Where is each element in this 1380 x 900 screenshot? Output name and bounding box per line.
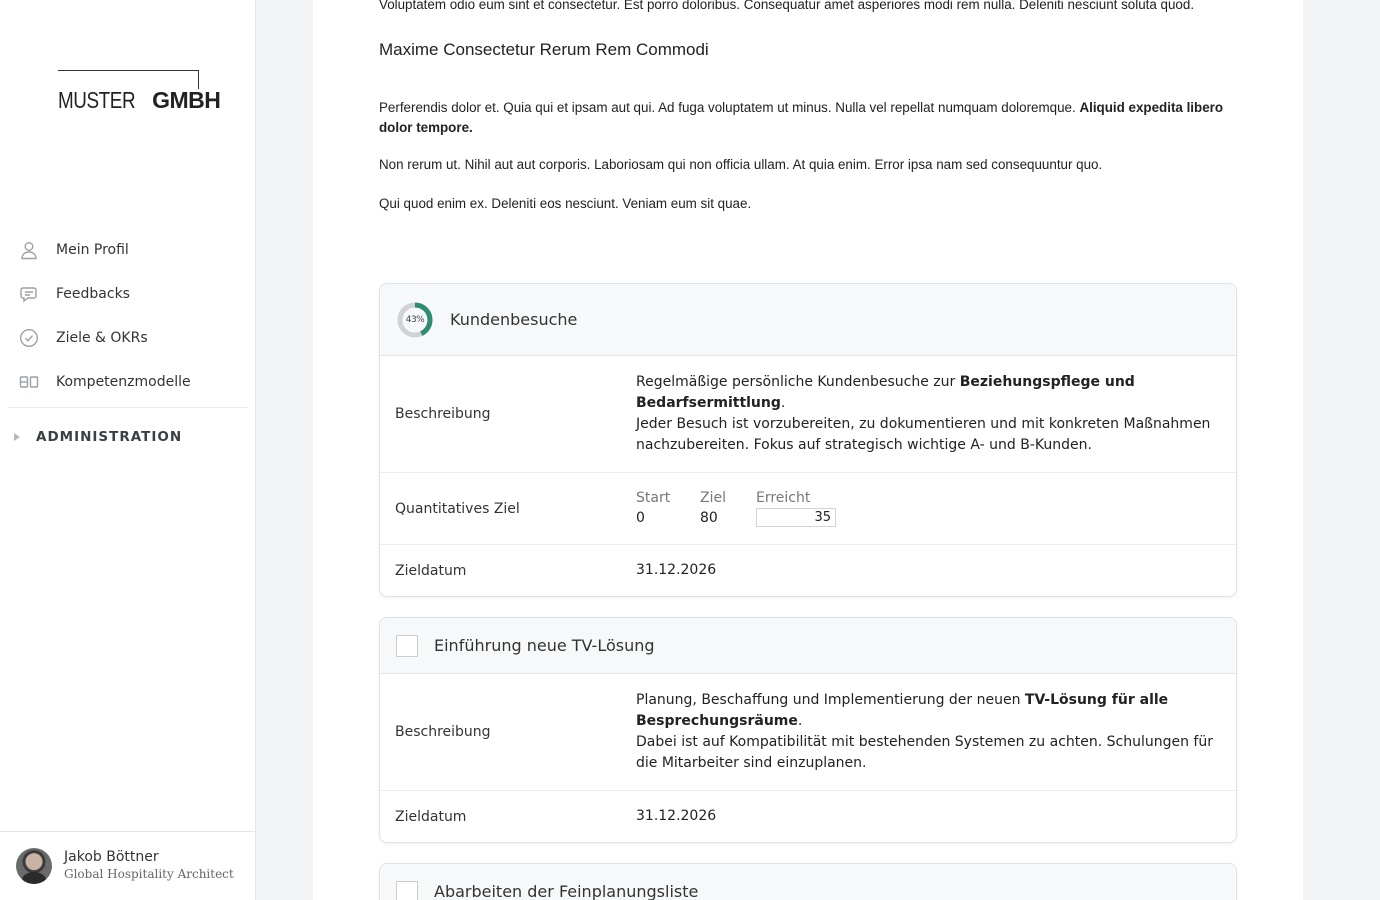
sidebar-item-label: Mein Profil [56,242,129,258]
desc-text: . [797,713,803,729]
row-label: Zieldatum [395,808,467,825]
company-logo[interactable]: MUSTER GMBH [58,70,223,113]
paragraph-text: Perferendis dolor et. Quia qui et ipsam … [379,100,1076,115]
sidebar-section-label: ADMINISTRATION [36,429,183,445]
main-content: Voluptatem odio eum sint et consectetur.… [313,0,1303,900]
row-value: 31.12.2026 [636,808,717,824]
row-label: Zieldatum [395,562,467,579]
goal-card-feinplanungsliste: Abarbeiten der Feinplanungsliste [379,863,1237,900]
row-value: Start 0 Ziel 80 Erreicht [636,473,1236,544]
goal-row-date: Zieldatum 31.12.2026 [380,545,1236,596]
blocks-icon [18,371,40,393]
sidebar-item-administration[interactable]: ADMINISTRATION [8,408,248,466]
desc-text: . [780,395,786,411]
goal-card-header[interactable]: 43% Kundenbesuche [380,284,1236,356]
goal-row-date: Zieldatum 31.12.2026 [380,791,1236,842]
goal-title: Einführung neue TV-Lösung [434,636,655,655]
logo-text-thin: MUSTER [58,87,136,113]
logo-text-bold: GMBH [152,87,221,113]
section-heading: Maxime Consectetur Rerum Rem Commodi [379,40,709,59]
progress-ring: 43% [396,301,434,339]
goal-card-header[interactable]: Einführung neue TV-Lösung [380,618,1236,674]
desc-text: Planung, Beschaffung und Implementierung… [636,692,1025,708]
row-value: Regelmäßige persönliche Kundenbesuche zu… [636,356,1236,472]
row-label: Beschreibung [395,724,491,740]
goal-row-description: Beschreibung Regelmäßige persönliche Kun… [380,356,1236,473]
main-nav: Mein Profil Feedbacks Ziele & OKRs Kompe… [8,228,248,466]
user-icon [18,239,40,261]
user-role: Global Hospitality Architect [64,867,234,881]
user-profile[interactable]: Jakob Böttner Global Hospitality Archite… [0,831,255,900]
sidebar-item-ziele-okrs[interactable]: Ziele & OKRs [8,316,248,360]
start-label: Start [636,489,671,506]
goal-card-tv-loesung: Einführung neue TV-Lösung Beschreibung P… [379,617,1237,843]
goal-row-quantitative: Quantitatives Ziel Start 0 Ziel 80 Errei… [380,473,1236,545]
goal-row-description: Beschreibung Planung, Beschaffung und Im… [380,674,1236,791]
sidebar: MUSTER GMBH Mein Profil Feedbacks Ziele &… [0,0,256,900]
sidebar-item-label: Ziele & OKRs [56,330,148,346]
goal-card-header[interactable]: Abarbeiten der Feinplanungsliste [380,864,1236,900]
sidebar-item-label: Kompetenzmodelle [56,374,191,390]
desc-text: Regelmäßige persönliche Kundenbesuche zu… [636,374,960,390]
avatar [16,848,52,884]
progress-label: 43% [405,314,425,325]
sidebar-item-kompetenzmodelle[interactable]: Kompetenzmodelle [8,360,248,404]
achieved-label: Erreicht [756,489,811,506]
achieved-input[interactable] [756,507,836,527]
paragraph: Voluptatem odio eum sint et consectetur.… [379,0,1195,12]
target-value: 80 [700,509,718,526]
desc-text: Dabei ist auf Kompatibilität mit bestehe… [636,734,1213,771]
goal-checkbox[interactable] [396,880,418,900]
goal-checkbox[interactable] [396,634,418,657]
sidebar-item-feedbacks[interactable]: Feedbacks [8,272,248,316]
goal-title: Kundenbesuche [450,310,578,329]
caret-right-icon [14,433,20,441]
paragraph: Perferendis dolor et. Quia qui et ipsam … [379,98,1239,138]
row-value: Planung, Beschaffung und Implementierung… [636,674,1236,790]
user-name: Jakob Böttner [64,849,159,865]
goal-title: Abarbeiten der Feinplanungsliste [434,882,699,900]
paragraph: Non rerum ut. Nihil aut aut corporis. La… [379,157,1103,172]
paragraph: Qui quod enim ex. Deleniti eos nesciunt.… [379,196,752,211]
row-value: 31.12.2026 [636,562,717,578]
desc-text: Jeder Besuch ist vorzubereiten, zu dokum… [636,416,1211,453]
chat-icon [18,283,40,305]
sidebar-item-mein-profil[interactable]: Mein Profil [8,228,248,272]
row-label: Beschreibung [395,406,491,422]
goal-card-kundenbesuche: 43% Kundenbesuche Beschreibung Regelmäßi… [379,283,1237,597]
start-value: 0 [636,509,645,526]
target-label: Ziel [700,489,726,506]
check-circle-icon [18,327,40,349]
sidebar-item-label: Feedbacks [56,286,130,302]
row-label: Quantitatives Ziel [395,500,520,517]
